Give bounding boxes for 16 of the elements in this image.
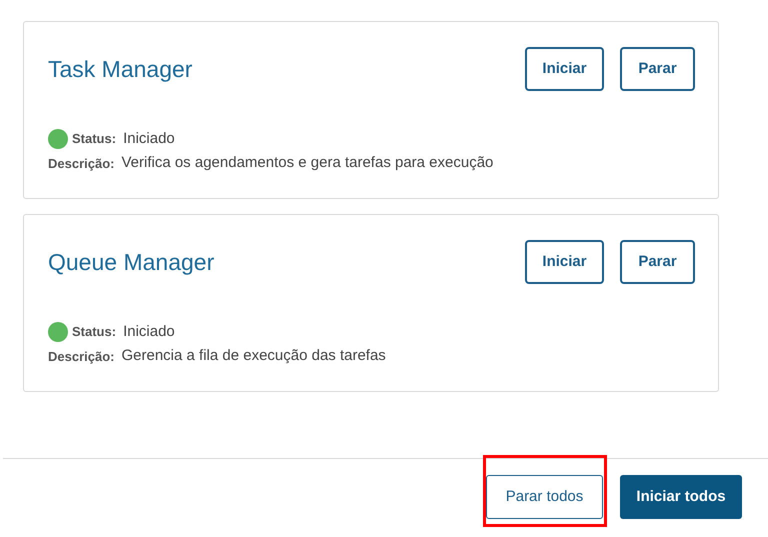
service-title: Task Manager bbox=[48, 54, 192, 84]
stop-button[interactable]: Parar bbox=[620, 47, 695, 91]
stop-all-button[interactable]: Parar todos bbox=[486, 475, 603, 519]
description-label: Descrição: bbox=[48, 154, 114, 173]
status-label: Status: bbox=[72, 130, 116, 148]
description-label: Descrição: bbox=[48, 348, 114, 366]
description-text: Gerencia a fila de execução das tarefas bbox=[121, 346, 386, 366]
status-value: Iniciado bbox=[123, 128, 175, 149]
service-title: Queue Manager bbox=[48, 248, 214, 277]
description-text: Verifica os agendamentos e gera tarefas para execução bbox=[121, 153, 494, 173]
start-button[interactable]: Iniciar bbox=[525, 47, 604, 91]
status-value: Iniciado bbox=[123, 322, 175, 342]
status-label: Status: bbox=[72, 323, 116, 342]
start-all-button[interactable]: Iniciar todos bbox=[620, 475, 742, 519]
start-button[interactable]: Iniciar bbox=[525, 240, 604, 284]
stop-button[interactable]: Parar bbox=[620, 240, 695, 284]
